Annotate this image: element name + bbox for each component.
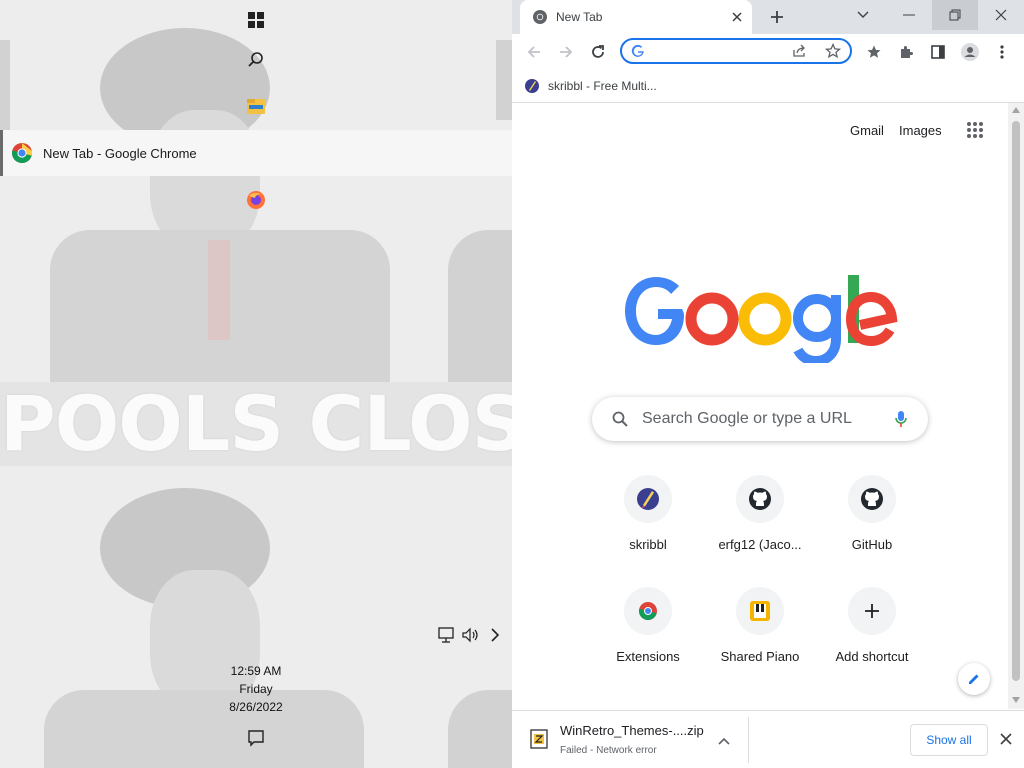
bookmark-skribbl[interactable]: skribbl - Free Multi... bbox=[524, 75, 657, 97]
shortcut-label: erfg12 (Jaco... bbox=[718, 537, 802, 552]
new-tab-page: Gmail Images Search Google or type a URL… bbox=[512, 103, 1008, 709]
google-logo bbox=[625, 275, 898, 363]
chevron-up-icon[interactable] bbox=[718, 733, 730, 748]
taskbar-chrome-window[interactable]: New Tab - Google Chrome bbox=[0, 130, 512, 176]
github-icon bbox=[749, 488, 771, 510]
show-all-button[interactable]: Show all bbox=[910, 724, 988, 756]
starred-extension-icon[interactable] bbox=[860, 38, 888, 66]
close-tab-icon[interactable] bbox=[732, 12, 742, 22]
new-tab-button[interactable] bbox=[754, 2, 800, 32]
shortcut-skribbl[interactable]: skribbl bbox=[592, 475, 704, 575]
shortcut-icon-bg bbox=[848, 587, 896, 635]
skribbl-favicon-icon bbox=[525, 79, 539, 93]
tab-new-tab[interactable]: New Tab bbox=[520, 0, 752, 34]
share-icon[interactable] bbox=[792, 44, 808, 61]
restore-button[interactable] bbox=[932, 0, 978, 30]
shortcut-shared-piano[interactable]: Shared Piano bbox=[704, 587, 816, 687]
shortcut-label: GitHub bbox=[851, 537, 893, 552]
shortcut-icon-bg bbox=[624, 475, 672, 523]
desktop: POOLS CLOSED POOLS CLOSED New Tab - Goog… bbox=[0, 0, 512, 768]
images-link[interactable]: Images bbox=[899, 123, 942, 138]
download-separator bbox=[748, 717, 749, 763]
wallpaper-figure bbox=[496, 40, 512, 120]
bookmark-star-icon[interactable] bbox=[824, 42, 842, 62]
browser-toolbar bbox=[512, 34, 1024, 70]
apps-grid-icon[interactable] bbox=[966, 121, 984, 142]
download-filename: WinRetro_Themes-....zip bbox=[560, 723, 704, 738]
address-bar[interactable] bbox=[620, 38, 852, 64]
tab-strip: New Tab bbox=[512, 0, 1024, 34]
clock-date: 8/26/2022 bbox=[229, 700, 283, 714]
wallpaper-figure bbox=[208, 240, 230, 340]
file-explorer-icon[interactable] bbox=[244, 94, 268, 118]
ntp-search-box[interactable] bbox=[592, 397, 928, 441]
customize-chrome-button[interactable] bbox=[958, 663, 990, 695]
chrome-tab-icon bbox=[533, 10, 547, 24]
github-icon bbox=[861, 488, 883, 510]
clock-time: 12:59 AM bbox=[230, 664, 282, 678]
chevron-right-icon[interactable] bbox=[486, 626, 504, 646]
windows-start-icon[interactable] bbox=[244, 8, 268, 32]
clock-day: Friday bbox=[239, 682, 273, 696]
google-g-icon bbox=[631, 44, 644, 57]
skribbl-favicon-icon bbox=[637, 488, 659, 510]
wallpaper-figure bbox=[0, 40, 10, 130]
shortcut-icon-bg bbox=[848, 475, 896, 523]
bookmarks-bar: skribbl - Free Multi... bbox=[512, 70, 1024, 103]
shortcut-extensions[interactable]: Extensions bbox=[592, 587, 704, 687]
shortcut-icon-bg bbox=[736, 587, 784, 635]
page-scrollbar[interactable] bbox=[1008, 103, 1024, 709]
pencil-icon bbox=[969, 674, 979, 684]
chrome-browser-window: New Tab skribbl - Free Multi... Gmail Im… bbox=[512, 0, 1024, 768]
shortcut-label: Extensions bbox=[616, 649, 680, 664]
chrome-icon bbox=[638, 602, 657, 621]
shortcut-label: Shared Piano bbox=[720, 649, 800, 664]
firefox-icon[interactable] bbox=[244, 188, 268, 212]
wallpaper-figure bbox=[44, 690, 364, 768]
shortcut-label: Add shortcut bbox=[835, 649, 909, 664]
bookmark-label: skribbl - Free Multi... bbox=[548, 79, 657, 93]
gmail-link[interactable]: Gmail bbox=[850, 123, 884, 138]
close-window-button[interactable] bbox=[978, 0, 1024, 30]
wallpaper-figure bbox=[448, 690, 512, 768]
shared-piano-icon bbox=[750, 601, 770, 621]
chrome-icon bbox=[11, 143, 33, 164]
extensions-puzzle-icon[interactable] bbox=[892, 38, 920, 66]
search-icon bbox=[612, 411, 628, 427]
ntp-search-input[interactable] bbox=[640, 409, 894, 429]
shortcut-label: skribbl bbox=[629, 537, 667, 552]
plus-icon bbox=[865, 604, 879, 618]
tab-search-chevron-icon[interactable] bbox=[840, 0, 886, 30]
taskbar-chrome-label: New Tab - Google Chrome bbox=[43, 145, 197, 161]
menu-kebab-icon[interactable] bbox=[988, 38, 1016, 66]
volume-icon[interactable] bbox=[460, 626, 482, 646]
close-download-shelf-icon[interactable] bbox=[1000, 733, 1012, 748]
tab-title: New Tab bbox=[556, 10, 603, 24]
wallpaper-banner-text: POOLS CLOSED POOLS CLOSED bbox=[0, 382, 512, 466]
shortcut-icon-bg bbox=[624, 587, 672, 635]
profile-avatar-icon[interactable] bbox=[956, 38, 984, 66]
download-item[interactable]: WinRetro_Themes-....zip Failed - Network… bbox=[526, 719, 746, 761]
search-icon[interactable] bbox=[244, 48, 268, 72]
shortcut-erfg12[interactable]: erfg12 (Jaco... bbox=[704, 475, 816, 575]
reload-button[interactable] bbox=[584, 38, 612, 66]
minimize-button[interactable] bbox=[886, 0, 932, 30]
notification-icon[interactable] bbox=[244, 728, 268, 750]
taskbar-clock[interactable]: 12:59 AM Friday 8/26/2022 bbox=[216, 662, 296, 716]
shortcut-add[interactable]: Add shortcut bbox=[816, 587, 928, 687]
download-status: Failed - Network error bbox=[560, 745, 657, 756]
forward-button[interactable] bbox=[552, 38, 580, 66]
shortcut-icon-bg bbox=[736, 475, 784, 523]
scrollbar-thumb[interactable] bbox=[1012, 121, 1020, 681]
zip-file-icon bbox=[530, 729, 548, 749]
back-button[interactable] bbox=[520, 38, 548, 66]
download-shelf: WinRetro_Themes-....zip Failed - Network… bbox=[512, 710, 1024, 768]
side-panel-icon[interactable] bbox=[924, 38, 952, 66]
voice-search-mic-icon[interactable] bbox=[894, 410, 908, 428]
network-icon[interactable] bbox=[436, 626, 458, 646]
shortcut-github[interactable]: GitHub bbox=[816, 475, 928, 575]
wallpaper-figure bbox=[448, 230, 512, 390]
